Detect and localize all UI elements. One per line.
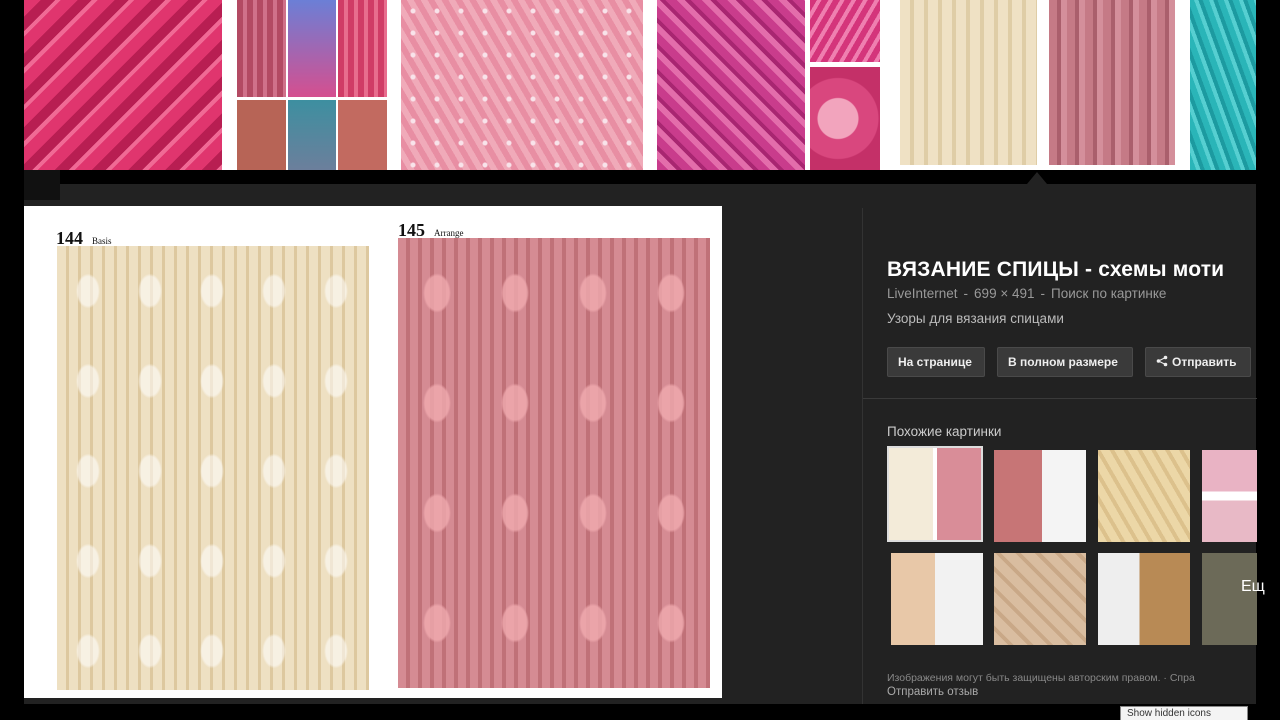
preview-image[interactable]: 144 Basis 145 Arrange [24,206,722,698]
source-link[interactable]: LiveInternet [887,286,958,301]
view-full-size-button[interactable]: В полном размере [997,347,1133,377]
tooltip: Show hidden icons [1120,706,1248,720]
image-info-panel: ВЯЗАНИЕ СПИЦЫ - схемы моти LiveInternet -… [862,208,1265,704]
result-thumbnail[interactable] [657,0,805,170]
copyright-notice: Изображения могут быть защищены авторски… [887,672,1195,684]
knit-swatch-pink [398,238,710,688]
view-full-size-label: В полном размере [1008,355,1118,369]
more-similar-images-tile[interactable] [1202,553,1257,645]
image-dimensions: 699 × 491 [974,286,1035,301]
send-feedback-link[interactable]: Отправить отзыв [887,686,978,698]
selection-caret [1027,172,1047,184]
image-description: Узоры для вязания спицами [887,311,1064,326]
share-icon [1156,355,1168,367]
meta-separator: - [1040,286,1045,301]
result-thumbnail[interactable] [1190,0,1256,170]
divider [863,398,1257,399]
share-label: Отправить [1172,355,1237,369]
knit-swatch-cream [57,246,369,690]
result-thumbnail[interactable] [401,0,643,170]
similar-image-thumbnail[interactable] [887,446,983,542]
screen: 144 Basis 145 Arrange ВЯЗАНИЕ СПИЦЫ - сх… [0,0,1280,720]
panel-edge [24,170,60,200]
image-title[interactable]: ВЯЗАНИЕ СПИЦЫ - схемы моти [887,258,1224,282]
similar-image-thumbnail[interactable] [994,553,1086,645]
meta-separator: - [963,286,969,301]
page-label: Basis [92,236,112,246]
more-similar-label[interactable]: Ещ [1241,578,1265,596]
result-thumbnail-selected[interactable] [1049,0,1175,165]
similar-images-heading: Похожие картинки [887,424,1002,439]
result-thumbnail[interactable] [810,0,880,62]
page-label: Arrange [434,228,464,238]
search-by-image-link[interactable]: Поиск по картинке [1051,286,1166,301]
similar-image-thumbnail[interactable] [994,450,1086,542]
similar-image-thumbnail[interactable] [1098,553,1190,645]
result-thumbnail[interactable] [810,67,880,170]
image-results-strip [24,0,1256,170]
share-button[interactable]: Отправить [1145,347,1251,377]
result-thumbnail[interactable] [237,0,387,170]
result-thumbnail[interactable] [24,0,222,170]
result-thumbnail-selected[interactable] [900,0,1037,165]
similar-image-thumbnail[interactable] [1098,450,1190,542]
visit-page-label: На странице [898,355,972,369]
similar-image-thumbnail[interactable] [1202,450,1257,542]
similar-image-thumbnail[interactable] [891,553,983,645]
visit-page-button[interactable]: На странице [887,347,985,377]
image-meta: LiveInternet -699 × 491- Поиск по картинке [887,286,1172,301]
